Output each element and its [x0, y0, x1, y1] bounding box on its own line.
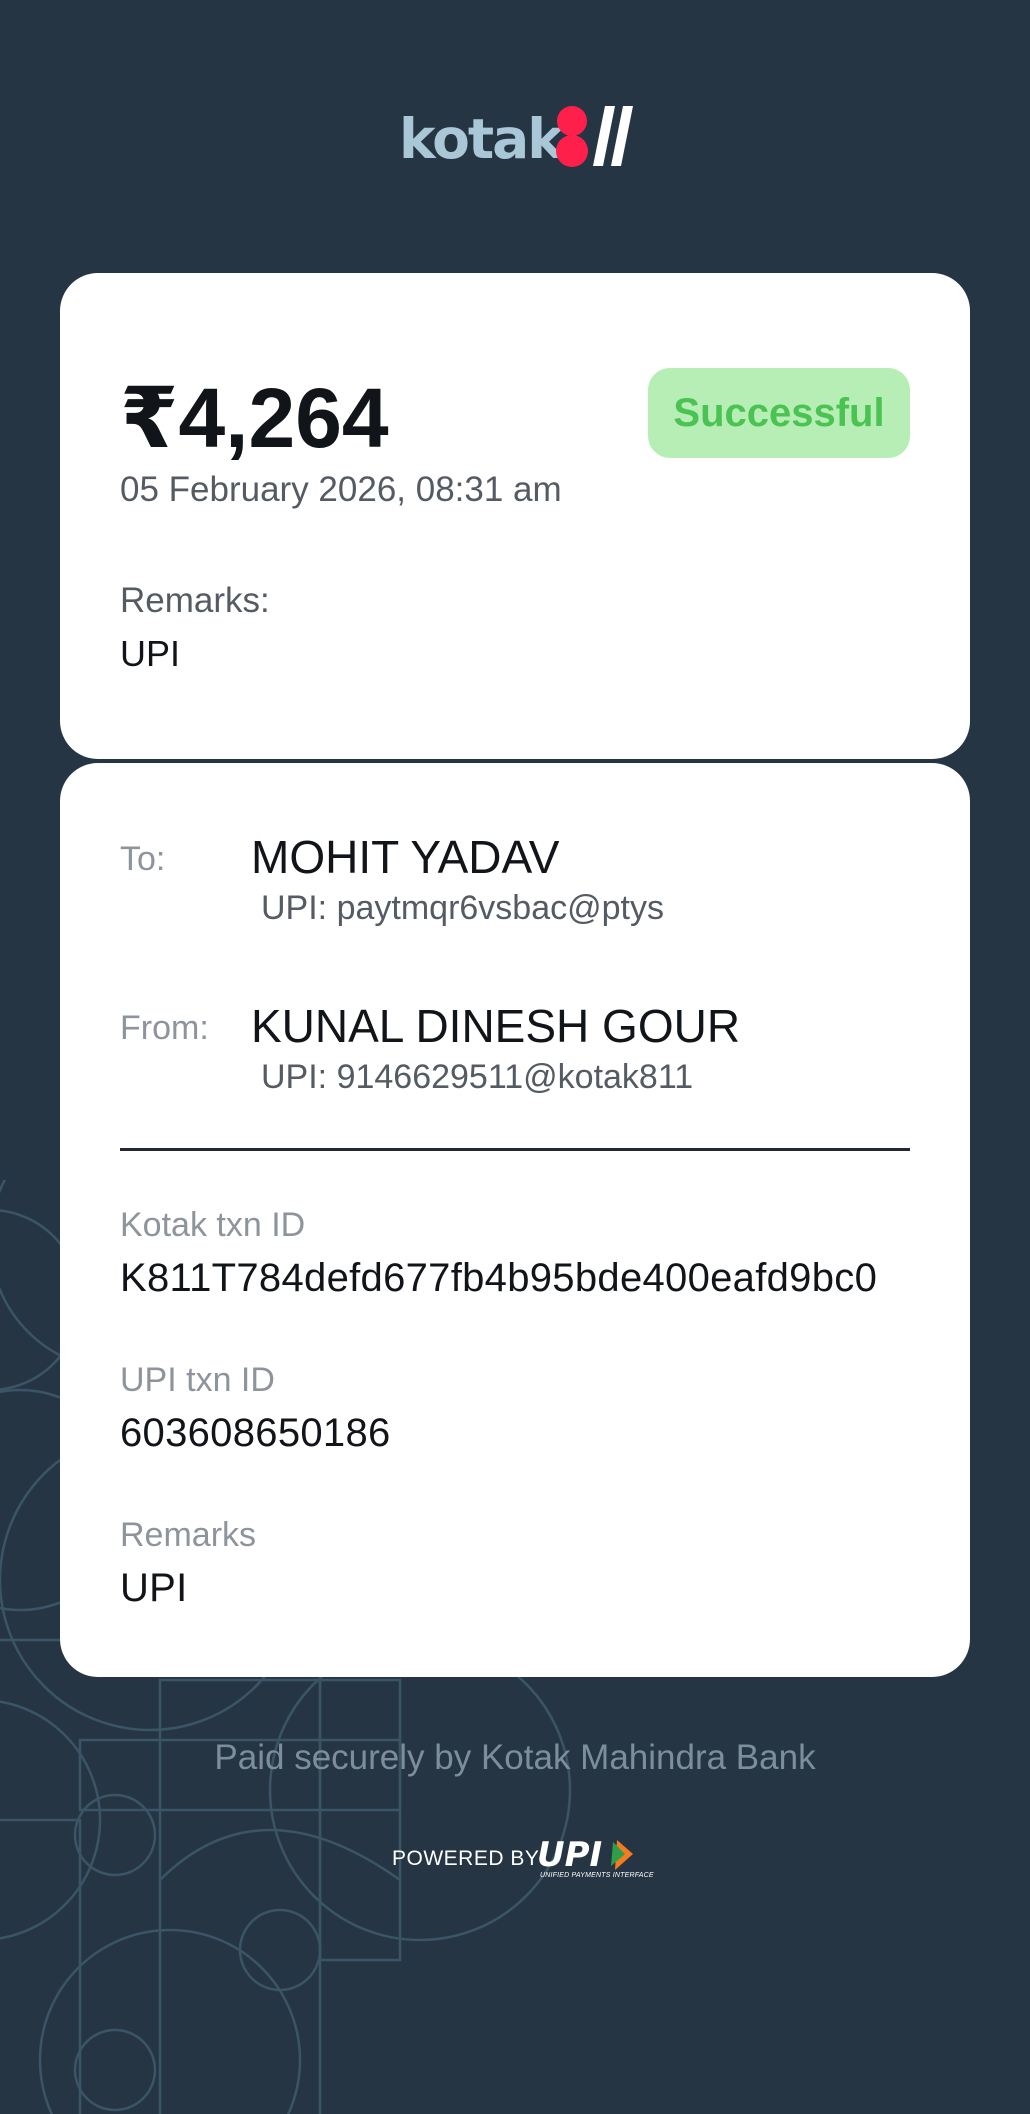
payment-details-card: To: MOHIT YADAV UPI: paytmqr6vsbac@ptys …: [60, 763, 970, 1677]
upi-tagline: UNIFIED PAYMENTS INTERFACE: [540, 1872, 654, 1879]
to-upi-id: UPI: paytmqr6vsbac@ptys: [261, 889, 664, 927]
payment-summary-card: ₹4,264 05 February 2026, 08:31 am Succes…: [60, 273, 970, 759]
upi-logo-icon: UPI: [537, 1835, 633, 1874]
kotak-logo-text: kotak: [399, 107, 564, 171]
remarks-label: Remarks:: [120, 581, 270, 620]
payment-amount: ₹4,264: [120, 371, 389, 465]
status-badge: Successful: [648, 368, 910, 458]
to-name: MOHIT YADAV: [251, 831, 560, 883]
kotak-logo-icon: [556, 106, 633, 167]
upi-txn-id-value: 603608650186: [120, 1411, 391, 1455]
from-upi-id: UPI: 9146629511@kotak811: [261, 1058, 694, 1096]
remarks-value: UPI: [120, 633, 181, 674]
to-label: To:: [120, 840, 166, 878]
kotak-logo: kotak: [399, 104, 633, 174]
powered-by-label: POWERED BY: [392, 1847, 540, 1870]
upi-txn-id-label: UPI txn ID: [120, 1361, 275, 1399]
kotak-txn-id-label: Kotak txn ID: [120, 1206, 306, 1244]
from-label: From:: [120, 1009, 209, 1047]
upi-logo-text: UPI: [537, 1835, 602, 1874]
paid-securely-text: Paid securely by Kotak Mahindra Bank: [214, 1738, 816, 1777]
details-divider: [120, 1148, 910, 1151]
from-name: KUNAL DINESH GOUR: [251, 1000, 741, 1052]
details-remarks-label: Remarks: [120, 1516, 257, 1554]
payment-datetime: 05 February 2026, 08:31 am: [120, 470, 562, 509]
kotak-txn-id-value: K811T784defd677fb4b95bde400eafd9bc0: [120, 1256, 878, 1300]
details-remarks-value: UPI: [120, 1566, 188, 1610]
